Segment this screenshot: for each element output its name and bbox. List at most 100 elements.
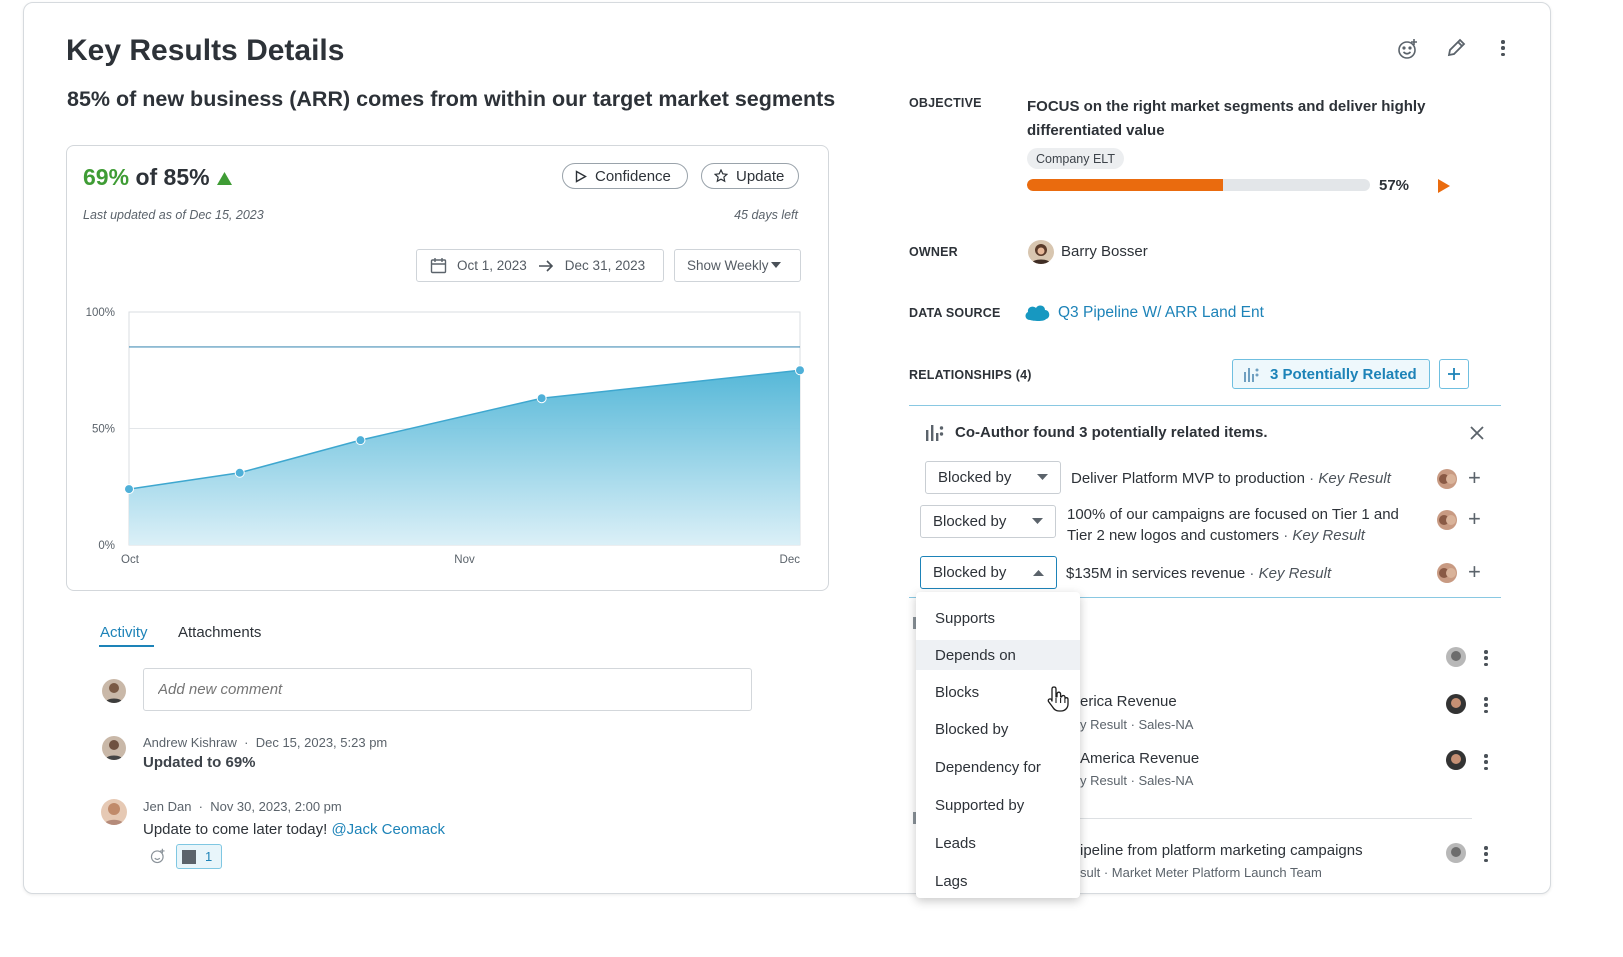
suggested-item-title: Deliver Platform MVP to production (1071, 470, 1305, 487)
owner-name: Barry Bosser (1061, 243, 1148, 260)
suggested-item-title-line-2: Tier 2 new logos and customers (1067, 527, 1280, 544)
objective-text-line-1: FOCUS on the right market segments and d… (1027, 98, 1426, 115)
data-point (355, 435, 366, 446)
user-mention-link[interactable]: @Jack Ceomack (331, 821, 445, 838)
menu-item-leads[interactable]: Leads (916, 828, 1080, 858)
data-point (536, 393, 547, 404)
close-icon (1470, 426, 1484, 440)
add-suggestion-button[interactable]: + (1468, 467, 1481, 489)
relationship-title[interactable]: erica Revenue (1080, 693, 1177, 710)
add-suggestion-button[interactable]: + (1468, 508, 1481, 530)
potentially-related-button[interactable]: 3 Potentially Related (1232, 359, 1430, 389)
caret-down-icon (1032, 518, 1043, 524)
suggested-item: $135M in services revenue · Key Result (1066, 565, 1332, 582)
suggested-item-type: Key Result (1292, 527, 1365, 544)
x-tick-label: Dec (780, 554, 801, 566)
tab-activity[interactable]: Activity (100, 624, 148, 641)
avatar (1437, 563, 1457, 583)
page-title: Key Results Details (66, 34, 345, 67)
y-tick-label: 0% (98, 540, 115, 552)
avatar (1437, 469, 1457, 489)
comment-input[interactable] (143, 668, 752, 711)
suggested-item: 100% of our campaigns are focused on Tie… (1067, 506, 1399, 544)
relationship-title[interactable]: ipeline from platform marketing campaign… (1080, 842, 1363, 859)
add-reaction-button[interactable] (148, 846, 168, 866)
menu-item-lags[interactable]: Lags (916, 866, 1080, 896)
reaction-badge[interactable]: 1 (176, 844, 222, 869)
suggested-item-type: Key Result (1258, 565, 1332, 582)
row-more-button[interactable] (1478, 844, 1494, 864)
relation-type-select[interactable]: Blocked by (920, 505, 1056, 538)
more-options-button[interactable] (1495, 38, 1511, 58)
divider (1080, 818, 1472, 819)
menu-item-supported-by[interactable]: Supported by (916, 790, 1080, 820)
avatar (1446, 647, 1466, 667)
data-point (234, 467, 245, 478)
reaction-icon (182, 849, 196, 864)
menu-item-blocked-by[interactable]: Blocked by (916, 714, 1080, 744)
row-more-button[interactable] (1478, 695, 1494, 715)
suggested-item-type: Key Result (1318, 470, 1391, 487)
tab-attachments[interactable]: Attachments (178, 624, 261, 641)
play-status-icon (1438, 179, 1450, 193)
objective-progress-text: 57% (1379, 177, 1410, 194)
menu-item-dependency-for[interactable]: Dependency for (916, 752, 1080, 782)
relation-type-select-open[interactable]: Blocked by (920, 556, 1057, 589)
activity-time: Dec 15, 2023, 5:23 pm (255, 735, 388, 750)
add-reaction-button[interactable] (1393, 34, 1423, 64)
suggested-item: Deliver Platform MVP to production · Key… (1071, 470, 1391, 487)
objective-progress-fill (1027, 179, 1223, 191)
relationship-subtitle: y Result · Sales-NA (1080, 773, 1194, 788)
activity-text: Update to come later today! @Jack Ceomac… (143, 821, 445, 838)
data-point (124, 484, 134, 495)
data-source-label: DATA SOURCE (909, 306, 1001, 320)
relation-type-select[interactable]: Blocked by (925, 461, 1061, 494)
close-suggestions-button[interactable] (1462, 418, 1492, 448)
menu-item-depends-on[interactable]: Depends on (916, 640, 1080, 670)
objective-link[interactable]: FOCUS on the right market segments and d… (1027, 95, 1425, 143)
smile-plus-icon (150, 848, 165, 864)
data-source-link[interactable]: Q3 Pipeline W/ ARR Land Ent (1058, 304, 1264, 322)
activity-author: Andrew Kishraw (143, 735, 237, 750)
relationship-subtitle: y Result · Sales-NA (1080, 717, 1194, 732)
x-tick-label: Nov (454, 554, 475, 566)
hand-cursor-icon (1047, 686, 1069, 712)
coauthor-icon (926, 425, 944, 441)
y-tick-label: 50% (92, 424, 115, 436)
relationship-title[interactable]: America Revenue (1080, 750, 1199, 767)
relation-type-value: Blocked by (933, 513, 1007, 530)
smile-plus-icon (1398, 39, 1417, 59)
progress-card: 69% of 85% Confidence Update Last update… (66, 145, 829, 591)
avatar (1446, 843, 1466, 863)
y-tick-label: 100% (86, 307, 115, 319)
plus-icon (1448, 368, 1460, 380)
potentially-related-label: 3 Potentially Related (1270, 365, 1417, 383)
avatar (101, 799, 127, 825)
activity-meta: Jen Dan · Nov 30, 2023, 2:00 pm (143, 799, 342, 814)
objective-tag: Company ELT (1027, 148, 1124, 169)
avatar (1437, 510, 1457, 530)
caret-down-icon (1037, 474, 1048, 480)
row-more-button[interactable] (1478, 648, 1494, 668)
edit-button[interactable] (1441, 33, 1471, 63)
relation-type-menu: Supports Depends on Blocks Blocked by De… (916, 592, 1080, 898)
avatar (1446, 694, 1466, 714)
objective-text-line-2: differentiated value (1027, 122, 1165, 139)
owner-label: OWNER (909, 245, 958, 259)
salesforce-cloud-icon (1025, 305, 1050, 321)
reaction-count: 1 (205, 849, 213, 864)
activity-author: Jen Dan (143, 799, 192, 814)
progress-chart: 100% 50% 0% Oct Nov Dec (86, 307, 805, 566)
row-more-button[interactable] (1478, 752, 1494, 772)
menu-item-supports[interactable]: Supports (916, 603, 1080, 633)
active-tab-indicator (99, 645, 154, 647)
suggested-item-title: $135M in services revenue (1066, 565, 1246, 582)
add-suggestion-button[interactable]: + (1468, 561, 1481, 583)
objective-label: OBJECTIVE (909, 96, 982, 110)
coauthor-icon (1244, 368, 1259, 382)
add-relationship-button[interactable] (1439, 359, 1469, 389)
comment-text: Update to come later today! (143, 821, 332, 838)
x-tick-label: Oct (121, 554, 140, 566)
data-point (795, 365, 805, 376)
relation-type-value: Blocked by (938, 469, 1012, 486)
